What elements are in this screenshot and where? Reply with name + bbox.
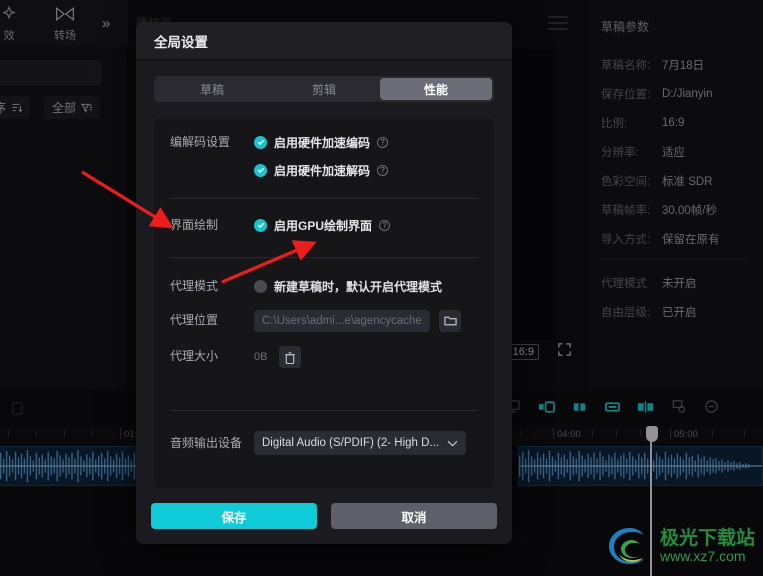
info-icon[interactable]: ? <box>377 136 389 148</box>
audio-output-value: Digital Audio (S/PDIF) (2- High D... <box>262 437 440 450</box>
checkbox-checked-icon[interactable] <box>254 163 267 177</box>
settings-tabs: 草稿 剪辑 性能 <box>154 76 494 103</box>
proxy-mode-label: 代理模式 <box>170 279 219 294</box>
folder-icon[interactable] <box>439 310 461 333</box>
proxy-path-label: 代理位置 <box>170 313 219 328</box>
performance-settings-card: 编解码设置 启用硬件加速编码 ? 启用硬件加速解码 ? 界面绘制 启用GPU绘制… <box>154 118 494 489</box>
info-icon[interactable]: ? <box>377 164 389 176</box>
audio-output-control: Digital Audio (S/PDIF) (2- High D... <box>254 431 478 456</box>
ui-render-options: 启用GPU绘制界面 ? <box>254 215 478 243</box>
tab-edit[interactable]: 剪辑 <box>268 78 380 100</box>
proxy-mode-row: 代理模式 新建草稿时，默认开启代理模式 <box>170 276 478 296</box>
hw-decode-label: 启用硬件加速解码 <box>274 163 371 178</box>
codec-options: 启用硬件加速编码 ? 启用硬件加速解码 ? <box>254 132 478 188</box>
proxy-default-label: 新建草稿时，默认开启代理模式 <box>274 279 443 294</box>
tab-performance[interactable]: 性能 <box>380 78 492 101</box>
watermark-text: 极光下载站 www.xz7.com <box>659 527 755 564</box>
proxy-size-controls: 0B <box>254 346 478 369</box>
audio-output-label: 音频输出设备 <box>170 436 243 451</box>
hw-encode-option[interactable]: 启用硬件加速编码 ? <box>254 132 478 152</box>
checkbox-checked-icon[interactable] <box>254 218 267 232</box>
gpu-render-label: 启用GPU绘制界面 <box>274 218 373 233</box>
checkbox-unchecked-icon[interactable] <box>254 279 267 293</box>
proxy-size-row: 代理大小 0B <box>170 346 478 369</box>
proxy-size-label: 代理大小 <box>170 349 219 364</box>
watermark-name: 极光下载站 <box>659 527 755 549</box>
proxy-size-value: 0B <box>254 351 268 364</box>
watermark-logo-icon <box>608 528 644 564</box>
section-divider <box>170 198 478 200</box>
ui-render-row: 界面绘制 启用GPU绘制界面 ? <box>170 215 478 243</box>
app-root: 效 转场 » 合词 排序 全部 <box>0 0 763 576</box>
checkbox-checked-icon[interactable] <box>254 135 267 149</box>
ui-render-label: 界面绘制 <box>170 218 219 233</box>
trash-icon[interactable] <box>279 346 302 369</box>
cancel-button[interactable]: 取消 <box>331 503 497 529</box>
codec-settings-label: 编解码设置 <box>170 135 231 150</box>
proxy-mode-option-wrap: 新建草稿时，默认开启代理模式 <box>254 276 478 296</box>
dialog-body: 草稿 剪辑 性能 编解码设置 启用硬件加速编码 ? 启用硬件加速解码 ? 界面绘… <box>136 60 512 489</box>
dialog-header: 全局设置 <box>136 22 512 61</box>
audio-output-select[interactable]: Digital Audio (S/PDIF) (2- High D... <box>254 431 466 456</box>
gpu-render-option[interactable]: 启用GPU绘制界面 ? <box>254 215 478 235</box>
dialog-title: 全局设置 <box>154 34 208 50</box>
dialog-footer: 保存 取消 <box>136 488 512 544</box>
global-settings-dialog: 全局设置 草稿 剪辑 性能 编解码设置 启用硬件加速编码 ? 启用硬件加速解码 … <box>136 22 512 544</box>
codec-settings-row: 编解码设置 启用硬件加速编码 ? 启用硬件加速解码 ? <box>170 132 478 188</box>
hw-decode-option[interactable]: 启用硬件加速解码 ? <box>254 160 478 180</box>
proxy-path-input[interactable]: C:\Users\admi...e\agencycache <box>254 310 430 333</box>
tab-draft[interactable]: 草稿 <box>156 78 268 100</box>
watermark-url: www.xz7.com <box>659 547 746 564</box>
proxy-path-value: C:\Users\admi...e\agencycache <box>262 315 422 328</box>
audio-output-row: 音频输出设备 Digital Audio (S/PDIF) (2- High D… <box>170 431 478 456</box>
proxy-path-controls: C:\Users\admi...e\agencycache <box>254 310 478 333</box>
chevron-down-icon <box>447 440 458 447</box>
proxy-default-option[interactable]: 新建草稿时，默认开启代理模式 <box>254 276 478 296</box>
proxy-path-row: 代理位置 C:\Users\admi...e\agencycache <box>170 310 478 333</box>
info-icon[interactable]: ? <box>379 219 391 231</box>
section-divider <box>170 257 478 259</box>
hw-encode-label: 启用硬件加速编码 <box>274 135 371 150</box>
section-divider <box>170 410 478 412</box>
save-button[interactable]: 保存 <box>151 503 317 529</box>
watermark: 极光下载站 www.xz7.com <box>606 524 755 568</box>
